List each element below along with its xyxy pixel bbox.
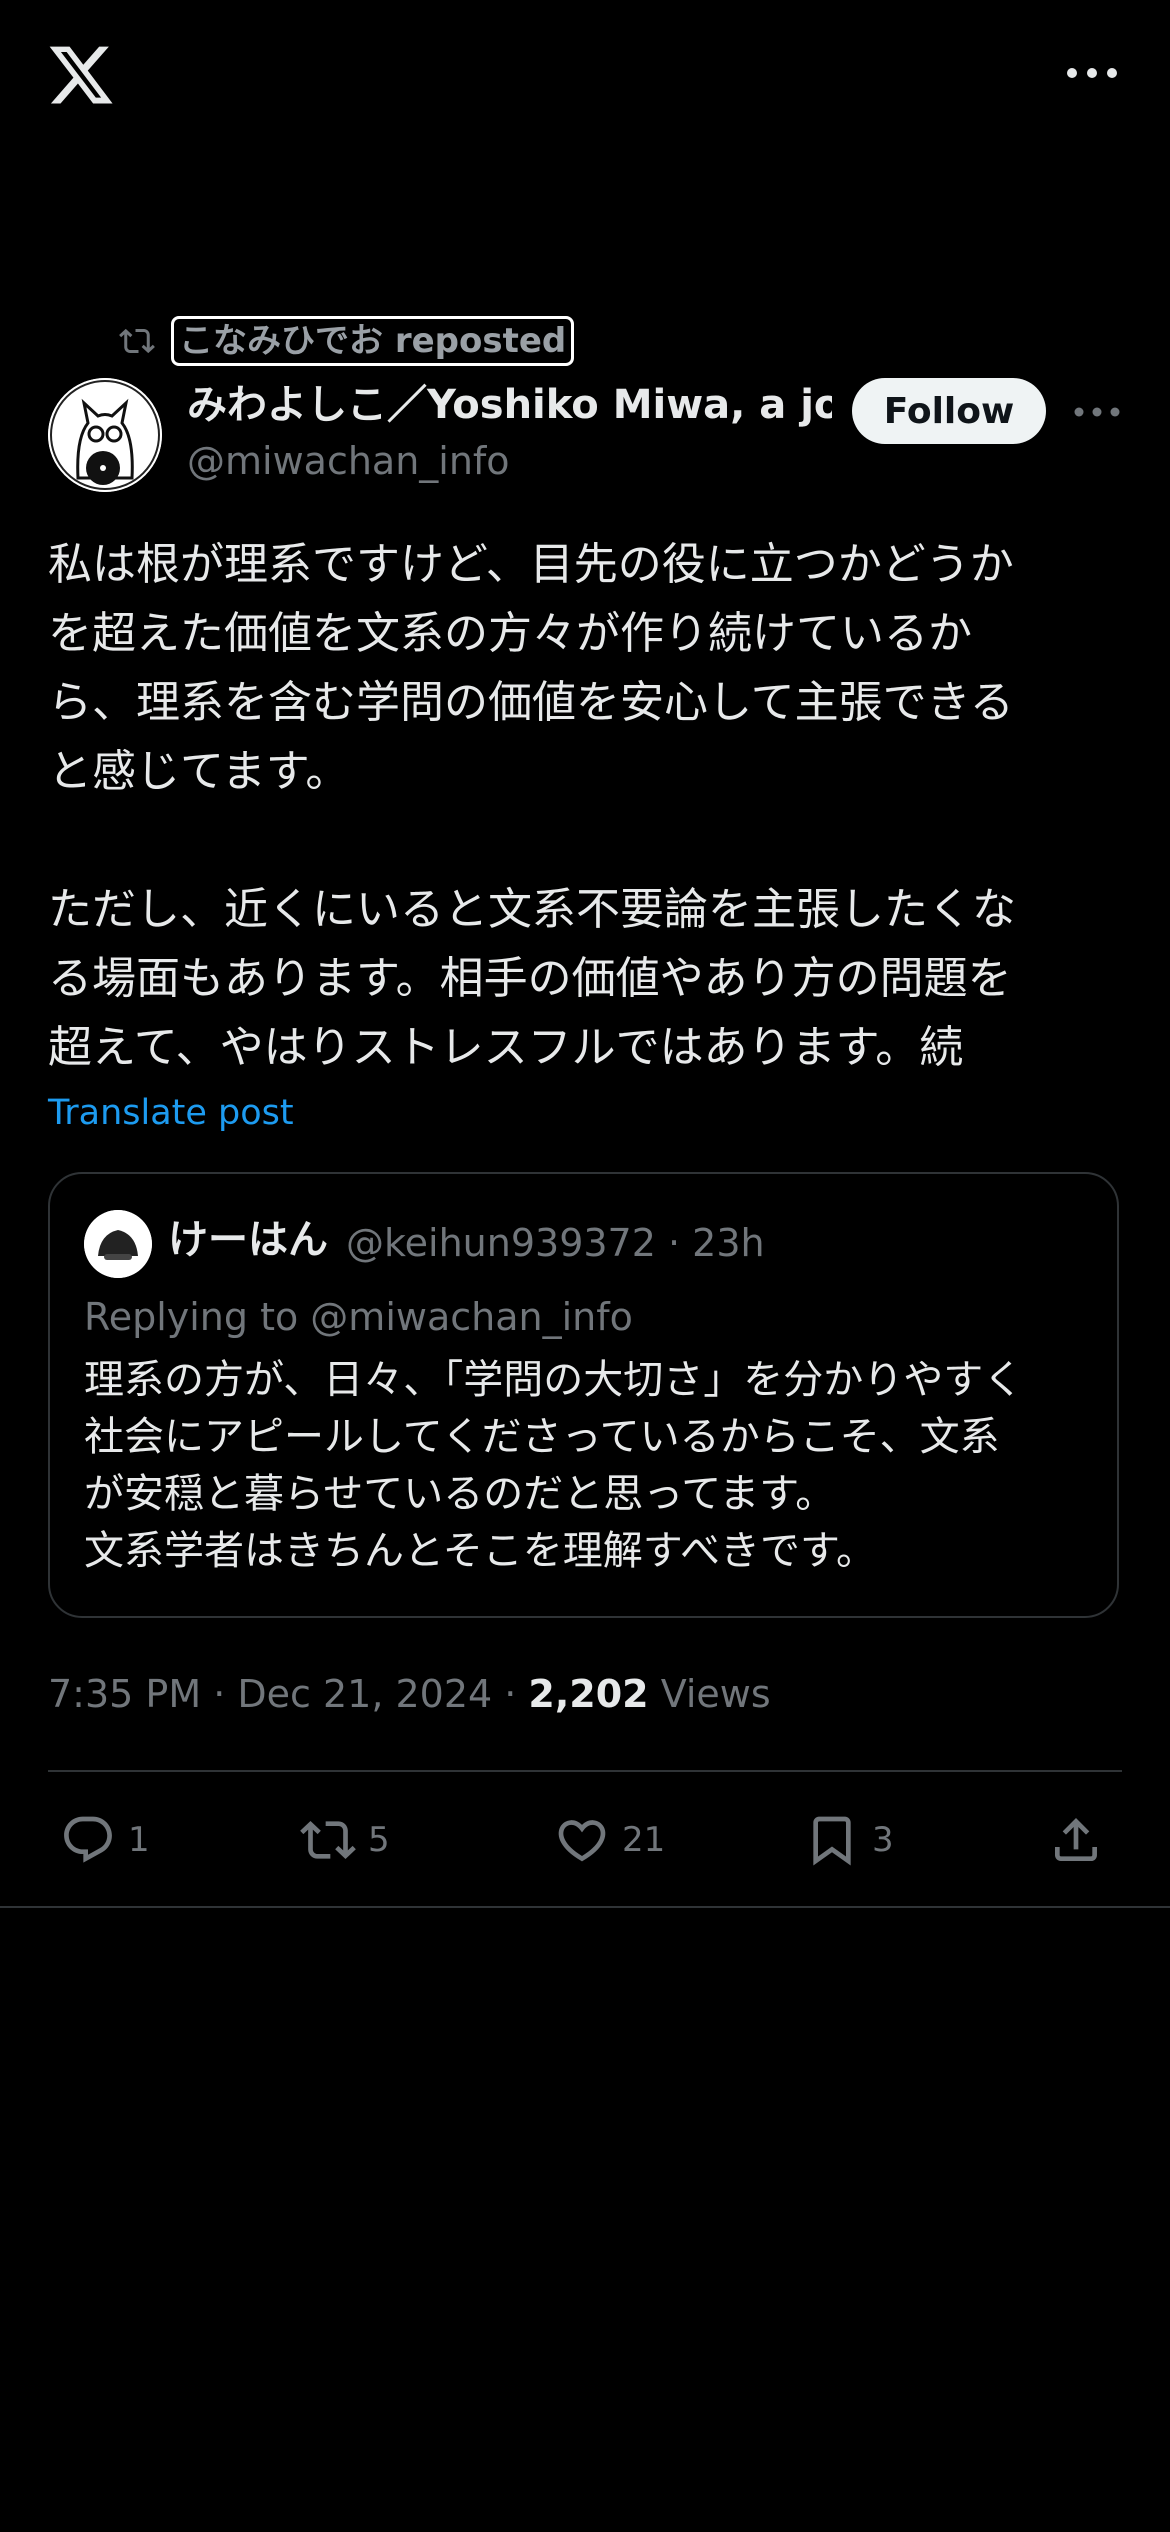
like-count: 21 [622, 1820, 666, 1860]
like-icon [558, 1820, 606, 1862]
quote-author-name: けーはん [168, 1217, 328, 1263]
bookmark-count: 3 [872, 1820, 894, 1860]
share-button[interactable] [1048, 1800, 1104, 1880]
reply-button[interactable]: 1 [60, 1800, 150, 1880]
x-logo[interactable] [46, 40, 116, 110]
action-bar: 1 5 21 3 [48, 1800, 1122, 1880]
more-icon[interactable] [1062, 58, 1122, 88]
follow-button[interactable]: Follow [852, 378, 1046, 444]
post-more-icon[interactable] [1072, 400, 1122, 424]
divider [0, 1906, 1170, 1908]
share-icon [1055, 1818, 1097, 1861]
views-count: 2,202 [528, 1672, 649, 1716]
avatar[interactable] [48, 378, 162, 492]
reply-icon [64, 1816, 112, 1863]
translate-post-link[interactable]: Translate post [48, 1090, 294, 1136]
post-meta: 7:35 PM · Dec 21, 2024 · 2,202 Views [48, 1665, 771, 1723]
repost-button[interactable]: 5 [300, 1800, 390, 1880]
top-bar [0, 0, 1170, 150]
reply-count: 1 [128, 1820, 150, 1860]
author-handle[interactable]: @miwachan_info [187, 435, 510, 487]
quote-meta: @keihun939372 · 23h [346, 1221, 765, 1265]
bookmark-button[interactable]: 3 [804, 1800, 894, 1880]
repost-label[interactable]: こなみひでお reposted [171, 316, 575, 366]
repost-action-icon [300, 1821, 356, 1859]
repost-count: 5 [368, 1820, 390, 1860]
post-time-date: 7:35 PM · Dec 21, 2024 · [48, 1672, 529, 1716]
views-label: Views [648, 1672, 771, 1716]
quote-replying-to: Replying to @miwachan_info [84, 1295, 633, 1339]
post-text: 私は根が理系ですけど、目先の役に立つかどうか を超えた価値を文系の方々が作り続け… [48, 539, 1016, 1073]
quote-avatar [84, 1210, 152, 1278]
repost-context: こなみひでお reposted [115, 315, 575, 367]
like-button[interactable]: 21 [554, 1800, 665, 1880]
quote-text: 理系の方が、日々、「学問の大切さ」を分かりやすく 社会にアピールしてくださってい… [84, 1357, 1024, 1574]
quoted-post[interactable]: けーはん @keihun939372 · 23h Replying to @mi… [48, 1172, 1119, 1618]
divider [48, 1770, 1122, 1772]
bookmark-icon [813, 1816, 851, 1866]
author-display-name[interactable]: みわよしこ／Yoshiko Miwa, a jou [187, 378, 832, 432]
repost-icon [119, 328, 155, 354]
